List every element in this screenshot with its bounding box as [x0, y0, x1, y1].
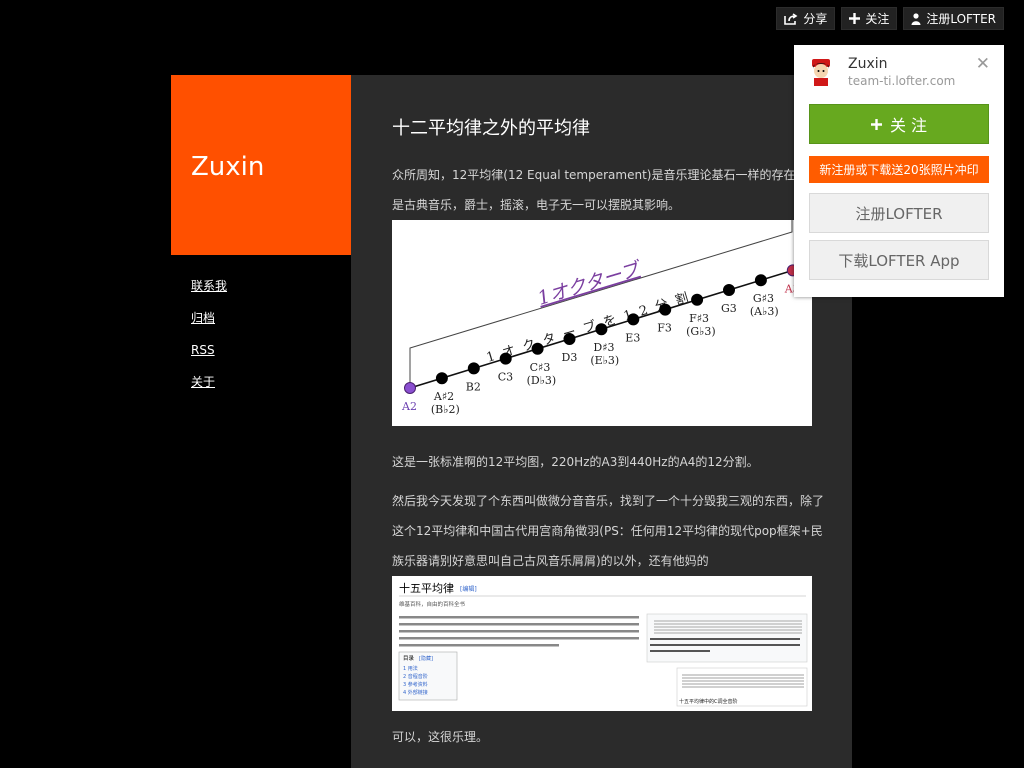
- user-icon: [911, 12, 921, 25]
- blog-header: Zuxin: [171, 75, 351, 255]
- follow-button[interactable]: 关注: [841, 7, 898, 30]
- popup-register-button[interactable]: 注册LOFTER: [809, 193, 989, 233]
- note-label: A2: [401, 400, 417, 413]
- post-text-line: 众所周知，12平均律(12 Equal temperament)是音乐理论基石一…: [392, 168, 820, 182]
- popup-blog-name[interactable]: Zuxin: [848, 56, 888, 72]
- note-dot: [531, 342, 544, 355]
- register-button[interactable]: 注册LOFTER: [903, 7, 1004, 30]
- post-text-line: 族乐器请别好意思叫自己古风音乐屑屑)的以外，还有他妈的: [392, 554, 709, 568]
- nav-rss-link[interactable]: RSS: [191, 341, 227, 373]
- note-label: C3: [498, 371, 513, 384]
- post-title[interactable]: 十二平均律之外的平均律: [392, 114, 590, 140]
- popup-download-button[interactable]: 下载LOFTER App: [809, 240, 989, 280]
- popup-follow-button[interactable]: 关 注: [809, 104, 989, 144]
- follow-popup: Zuxin team-ti.lofter.com ✕ 关 注 新注册或下载送20…: [794, 45, 1004, 297]
- post-paragraph-1: 众所周知，12平均律(12 Equal temperament)是音乐理论基石一…: [392, 160, 820, 220]
- note-label: G♯3: [753, 292, 774, 305]
- note-alt-label: (A♭3): [750, 305, 779, 318]
- post-text-line: 这个12平均律和中国古代用宫商角徵羽(PS：任何用12平均律的现代pop框架+民: [392, 524, 823, 538]
- plus-icon: [849, 13, 861, 24]
- post-paragraph-3: 然后我今天发现了个东西叫做微分音音乐，找到了一个十分毁我三观的东西，除了 这个1…: [392, 486, 825, 576]
- note-label: E3: [625, 331, 640, 344]
- wiki-subtitle: 维基百科，自由的百科全书: [399, 600, 466, 608]
- note-label: G3: [721, 302, 737, 315]
- post-text-line: 然后我今天发现了个东西叫做微分音音乐，找到了一个十分毁我三观的东西，除了: [392, 494, 825, 508]
- note-label: F♯3: [689, 312, 709, 325]
- post-text-line: 可以，这很乐理。: [392, 730, 489, 744]
- nav-archive-link[interactable]: 归档: [191, 309, 227, 341]
- note-label: A♯2: [433, 390, 454, 403]
- twelve-tet-diagram: 1オクターブ 1 オ ク タ ー ブ を 1 2 分 割 A2 A♯2 (B♭2) B…: [392, 220, 812, 426]
- note-label: D3: [562, 351, 578, 364]
- post-content: 十二平均律之外的平均律 众所周知，12平均律(12 Equal temperam…: [351, 75, 852, 768]
- note-dot: [723, 284, 735, 296]
- wiki-toc-item: 1 用法: [403, 665, 418, 672]
- note-dot: [627, 313, 640, 326]
- wiki-toc-title: 目录: [403, 654, 415, 662]
- register-label: 注册LOFTER: [926, 12, 996, 26]
- note-label: B2: [466, 380, 481, 393]
- note-alt-label: (D♭3): [527, 374, 557, 387]
- blog-nav: 联系我 归档 RSS 关于: [191, 277, 227, 405]
- top-bar: 分享 关注 注册LOFTER: [776, 7, 1004, 30]
- note-label: D♯3: [593, 341, 614, 354]
- note-dot: [499, 352, 512, 365]
- post-text-line: 这是一张标准啊的12平均图，220Hz的A3到440Hz的A4的12分割。: [392, 455, 759, 469]
- wiki-edit-link: [编辑]: [460, 585, 477, 593]
- post-text-line: 是古典音乐，爵士，摇滚，电子无一可以摆脱其影响。: [392, 198, 681, 212]
- wiki-toc-hide: [隐藏]: [419, 655, 433, 662]
- note-dot: [595, 323, 608, 336]
- note-dot: [404, 382, 416, 394]
- note-alt-label: (B♭2): [431, 403, 460, 416]
- plus-icon: [870, 118, 882, 130]
- wiki-svg: 十五平均律 [编辑] 维基百科，自由的百科全书 目录 [隐藏] 1 用法 2 音…: [398, 581, 808, 707]
- popup-follow-label: 关 注: [889, 116, 928, 135]
- note-dot: [691, 293, 704, 306]
- note-dot: [467, 362, 480, 375]
- promo-banner[interactable]: 新注册或下载送20张照片冲印: [809, 156, 989, 183]
- note-label: F3: [657, 322, 672, 335]
- wiki-title: 十五平均律: [399, 581, 454, 595]
- note-label: C♯3: [530, 361, 551, 374]
- blog-title[interactable]: Zuxin: [191, 152, 264, 182]
- share-button[interactable]: 分享: [776, 7, 836, 30]
- wiki-toc-item: 2 音程音阶: [403, 673, 428, 680]
- nav-about-link[interactable]: 关于: [191, 373, 227, 405]
- follow-label: 关注: [865, 12, 890, 26]
- wiki-screenshot: 十五平均律 [编辑] 维基百科，自由的百科全书 目录 [隐藏] 1 用法 2 音…: [392, 576, 812, 711]
- share-label: 分享: [803, 12, 828, 26]
- share-icon: [784, 12, 798, 25]
- diagram-svg: 1オクターブ 1 オ ク タ ー ブ を 1 2 分 割 A2A♯2(B♭2)B…: [401, 220, 800, 416]
- note-alt-label: (E♭3): [590, 354, 619, 367]
- note-dot: [563, 333, 576, 345]
- octave-label: 1オクターブ: [535, 258, 645, 310]
- wiki-toc-item: 4 外部链接: [403, 689, 428, 696]
- wiki-figure-caption: 十五平均律中的C调全音阶: [679, 698, 738, 705]
- post-paragraph-4: 可以，这很乐理。: [392, 722, 812, 752]
- note-dot: [435, 372, 448, 385]
- note-alt-label: (G♭3): [686, 325, 716, 338]
- wiki-toc-item: 3 参考资料: [403, 681, 428, 688]
- post-paragraph-2: 这是一张标准啊的12平均图，220Hz的A3到440Hz的A4的12分割。: [392, 447, 812, 477]
- avatar[interactable]: [808, 57, 834, 87]
- close-icon[interactable]: ✕: [976, 55, 990, 73]
- nav-contact-link[interactable]: 联系我: [191, 277, 227, 309]
- note-dot: [659, 303, 672, 316]
- popup-blog-url: team-ti.lofter.com: [848, 74, 956, 88]
- note-dot: [754, 274, 767, 287]
